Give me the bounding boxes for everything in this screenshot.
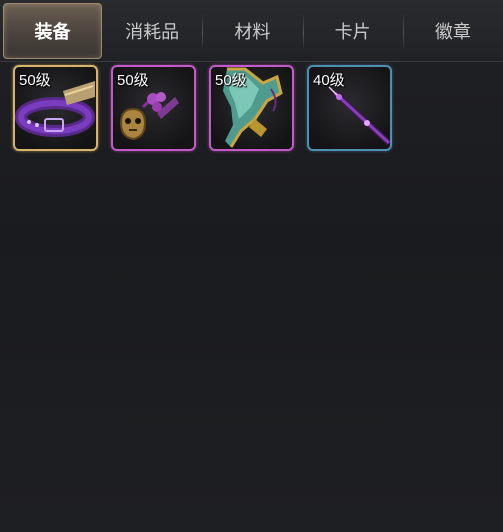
item-level-label: 50级: [19, 72, 51, 89]
tab-materials[interactable]: 材料: [202, 3, 302, 59]
item-level-label: 40级: [313, 72, 345, 89]
inventory-slot-belt[interactable]: 50级: [13, 65, 98, 151]
item-level-label: 50级: [117, 72, 149, 89]
tab-consumables[interactable]: 消耗品: [102, 3, 202, 59]
tab-equipment[interactable]: 装备: [3, 2, 102, 59]
item-level-label: 50级: [215, 72, 247, 89]
tab-badges[interactable]: 徽章: [402, 3, 503, 59]
inventory-slot-jade-blade[interactable]: 50级: [209, 65, 294, 151]
inventory-grid: 50级 50级 50级 40级: [13, 65, 392, 151]
inventory-slot-mask-charm[interactable]: 50级: [111, 65, 196, 151]
inventory-slot-wand[interactable]: 40级: [307, 65, 392, 151]
inventory-tab-bar: 装备 消耗品 材料 卡片 徽章: [0, 0, 503, 62]
tab-cards[interactable]: 卡片: [302, 3, 403, 59]
